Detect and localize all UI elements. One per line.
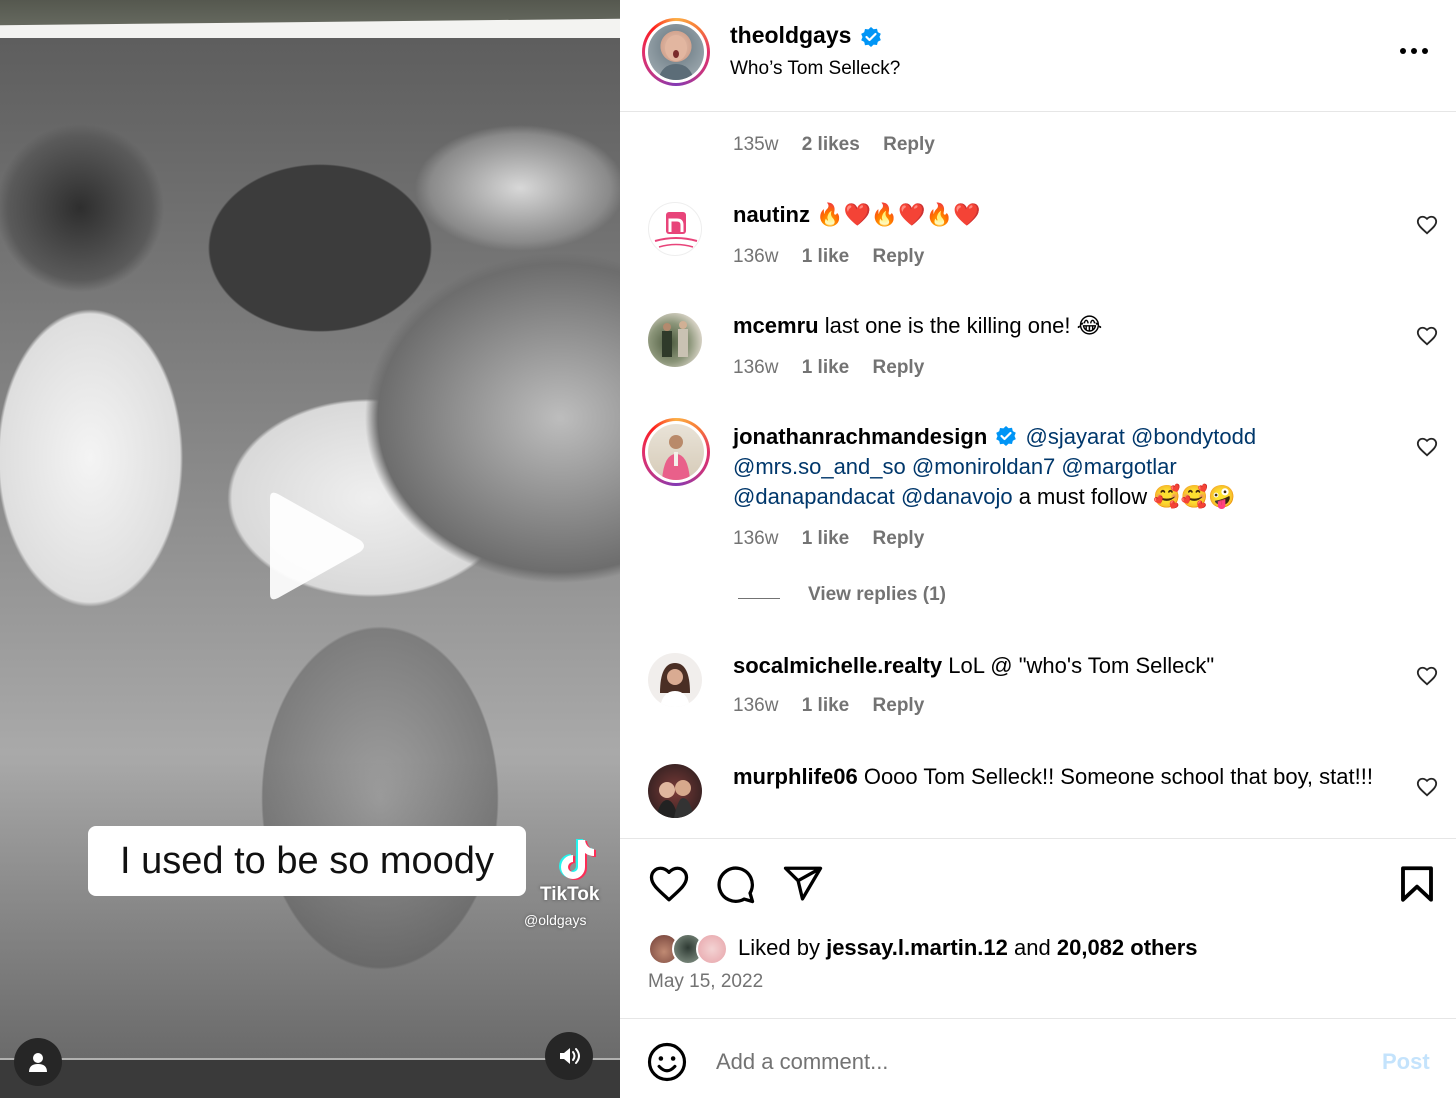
post-date[interactable]: May 15, 2022 [648, 971, 763, 993]
mention-link[interactable]: @sjayarat [1026, 424, 1125, 449]
comment-age: 136w [733, 357, 779, 378]
reply-button[interactable]: Reply [883, 134, 935, 155]
comment-body: last one is the killing one! 😂 [824, 313, 1103, 338]
emoji-icon[interactable] [646, 1041, 688, 1083]
more-icon[interactable] [1394, 36, 1434, 66]
comment-likes[interactable]: 1 like [802, 695, 850, 716]
post-caption-title: Who’s Tom Selleck? [730, 58, 901, 79]
person-photo-icon [662, 435, 690, 480]
author-username[interactable]: theoldgays [730, 22, 851, 49]
author-avatar[interactable] [642, 18, 710, 86]
liked-by-user[interactable]: jessay.l.martin.12 [826, 935, 1008, 960]
liked-by-avatars[interactable] [648, 933, 738, 965]
comment-likes[interactable]: 2 likes [802, 134, 860, 155]
replies-divider [738, 598, 780, 599]
post-panel: theoldgays Who’s Tom Selleck? 135w 2 lik… [620, 0, 1456, 1098]
tiktok-watermark: TikTok [540, 884, 600, 905]
comment-meta: 136w 1 like Reply [733, 357, 942, 379]
author-face-icon [658, 35, 694, 80]
speaker-icon [560, 1048, 580, 1064]
brand-logo-icon [654, 212, 698, 248]
comment-meta: 135w 2 likes Reply [733, 134, 953, 156]
mention-link[interactable]: @mrs.so_and_so [733, 454, 906, 479]
user-icon [29, 1053, 47, 1072]
commenter-username[interactable]: nautinz [733, 202, 810, 227]
comment-body: a must follow 🥰🥰🤪 [1018, 484, 1236, 509]
comment-likes[interactable]: 1 like [802, 357, 850, 378]
liker-avatar [696, 933, 728, 965]
comment-text: jonathanrachmandesign @sjayarat @bondyto… [733, 422, 1393, 512]
commenter-username[interactable]: murphlife06 [733, 764, 858, 789]
comment-likes[interactable]: 1 like [802, 246, 850, 267]
view-replies-label: View replies (1) [808, 584, 946, 605]
comment-meta: 136w 1 like Reply [733, 528, 942, 550]
comment-input[interactable] [716, 1041, 1356, 1083]
post-media[interactable]: I used to be so moody TikTok @oldgays [0, 0, 620, 1098]
comment-text: nautinz 🔥❤️🔥❤️🔥❤️ [733, 200, 1393, 230]
commenter-avatar[interactable] [648, 764, 702, 818]
comment-body: 🔥❤️🔥❤️🔥❤️ [816, 202, 981, 227]
like-comment-heart-icon[interactable] [1416, 665, 1438, 687]
commenter-avatar[interactable] [648, 313, 702, 367]
mention-link[interactable]: @moniroldan7 [912, 454, 1055, 479]
reply-button[interactable]: Reply [873, 528, 925, 549]
comment-likes[interactable]: 1 like [802, 528, 850, 549]
share-icon[interactable] [782, 863, 824, 905]
people-photo-icon [662, 321, 688, 357]
comment-age: 136w [733, 528, 779, 549]
bookmark-icon[interactable] [1396, 863, 1438, 905]
liked-by-text: Liked by jessay.l.martin.12 and 20,082 o… [738, 935, 1198, 961]
post-comment-button[interactable]: Post [1382, 1049, 1430, 1075]
play-icon[interactable] [256, 488, 368, 604]
mention-link[interactable]: @danavojo [901, 484, 1013, 509]
commenter-username[interactable]: mcemru [733, 313, 819, 338]
like-comment-heart-icon[interactable] [1416, 776, 1438, 798]
comment-text: murphlife06 Oooo Tom Selleck!! Someone s… [733, 762, 1393, 792]
comment-age: 135w [733, 134, 779, 155]
comment-meta: 136w 1 like Reply [733, 695, 942, 717]
commenter-username[interactable]: socalmichelle.realty [733, 653, 942, 678]
liked-by-and: and [1014, 935, 1051, 960]
verified-badge-icon [996, 426, 1017, 446]
comment-age: 136w [733, 246, 779, 267]
likes-count-link[interactable]: 20,082 others [1057, 935, 1198, 960]
comment-age: 136w [733, 695, 779, 716]
comment-body: Oooo Tom Selleck!! Someone school that b… [863, 764, 1373, 789]
comments-list[interactable]: 135w 2 likes Reply nautinz 🔥❤️🔥❤️🔥❤️ 136… [620, 112, 1456, 838]
commenter-username[interactable]: jonathanrachmandesign [733, 424, 987, 449]
tag-users-button[interactable] [14, 1038, 62, 1086]
audio-toggle-button[interactable] [545, 1032, 593, 1080]
tiktok-handle: @oldgays [524, 912, 587, 928]
commenter-avatar[interactable] [642, 418, 710, 486]
comment-text: mcemru last one is the killing one! 😂 [733, 311, 1393, 341]
media-bottom-strip [0, 1060, 620, 1098]
post-actions: Liked by jessay.l.martin.12 and 20,082 o… [620, 838, 1456, 1018]
like-comment-heart-icon[interactable] [1416, 325, 1438, 347]
tiktok-logo-icon [559, 839, 596, 880]
video-caption: I used to be so moody [88, 826, 526, 896]
comment-meta: 136w 1 like Reply [733, 246, 942, 268]
heart-icon[interactable] [648, 863, 690, 905]
people-photo-icon [656, 780, 694, 818]
liked-by-prefix: Liked by [738, 935, 820, 960]
comment-icon[interactable] [714, 863, 756, 905]
reply-button[interactable]: Reply [873, 246, 925, 267]
media-shade [0, 760, 620, 1098]
like-comment-heart-icon[interactable] [1416, 436, 1438, 458]
post-header: theoldgays Who’s Tom Selleck? [620, 0, 1456, 112]
mention-link[interactable]: @bondytodd [1131, 424, 1256, 449]
commenter-avatar[interactable] [648, 202, 702, 256]
mention-link[interactable]: @margotlar [1061, 454, 1176, 479]
verified-badge-icon [861, 27, 881, 47]
like-comment-heart-icon[interactable] [1416, 214, 1438, 236]
comment-composer: Post [620, 1018, 1456, 1098]
person-photo-icon [660, 663, 690, 707]
comment-body: LoL @ "who's Tom Selleck" [948, 653, 1215, 678]
comment-text: socalmichelle.realty LoL @ "who's Tom Se… [733, 651, 1393, 681]
reply-button[interactable]: Reply [873, 357, 925, 378]
commenter-avatar[interactable] [648, 653, 702, 707]
mention-link[interactable]: @danapandacat [733, 484, 895, 509]
reply-button[interactable]: Reply [873, 695, 925, 716]
